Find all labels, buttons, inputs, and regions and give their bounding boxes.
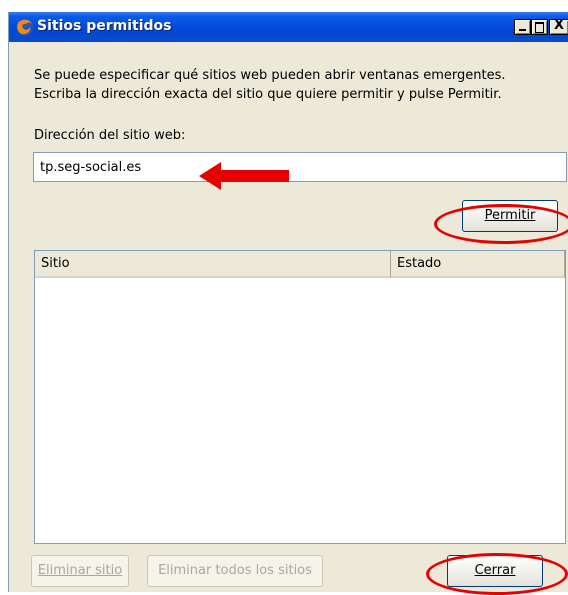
firefox-icon <box>16 18 34 36</box>
red-circle-allow-annotation <box>434 204 568 244</box>
red-circle-close-annotation <box>426 553 568 595</box>
sites-table[interactable]: Sitio Estado <box>34 250 566 544</box>
column-header-site[interactable]: Sitio <box>35 251 391 278</box>
maximize-icon <box>535 22 544 33</box>
close-window-button[interactable]: X <box>549 19 568 35</box>
description: Se puede especificar qué sitios web pued… <box>34 66 564 104</box>
window-title: Sitios permitidos <box>37 18 172 34</box>
title-bar[interactable]: Sitios permitidos X <box>9 12 568 42</box>
close-icon: X <box>554 18 565 33</box>
dialog-window: Sitios permitidos X Se puede especificar… <box>8 12 568 595</box>
description-line-2: Escriba la dirección exacta del sitio qu… <box>34 87 502 102</box>
minimize-button[interactable] <box>514 19 531 35</box>
maximize-button[interactable] <box>531 19 548 35</box>
minimize-icon <box>519 29 526 31</box>
address-label: Dirección del sitio web: <box>34 128 186 143</box>
description-line-1: Se puede especificar qué sitios web pued… <box>34 68 506 83</box>
remove-all-sites-button[interactable]: Eliminar todos los sitios <box>147 555 323 587</box>
remove-site-label: Eliminar sitio <box>37 563 123 578</box>
column-header-status[interactable]: Estado <box>391 251 565 278</box>
address-input[interactable] <box>33 152 567 182</box>
remove-site-button[interactable]: Eliminar sitio <box>31 555 129 587</box>
red-arrow-annotation <box>199 162 289 190</box>
remove-all-label: Eliminar todos los sitios <box>158 563 312 578</box>
